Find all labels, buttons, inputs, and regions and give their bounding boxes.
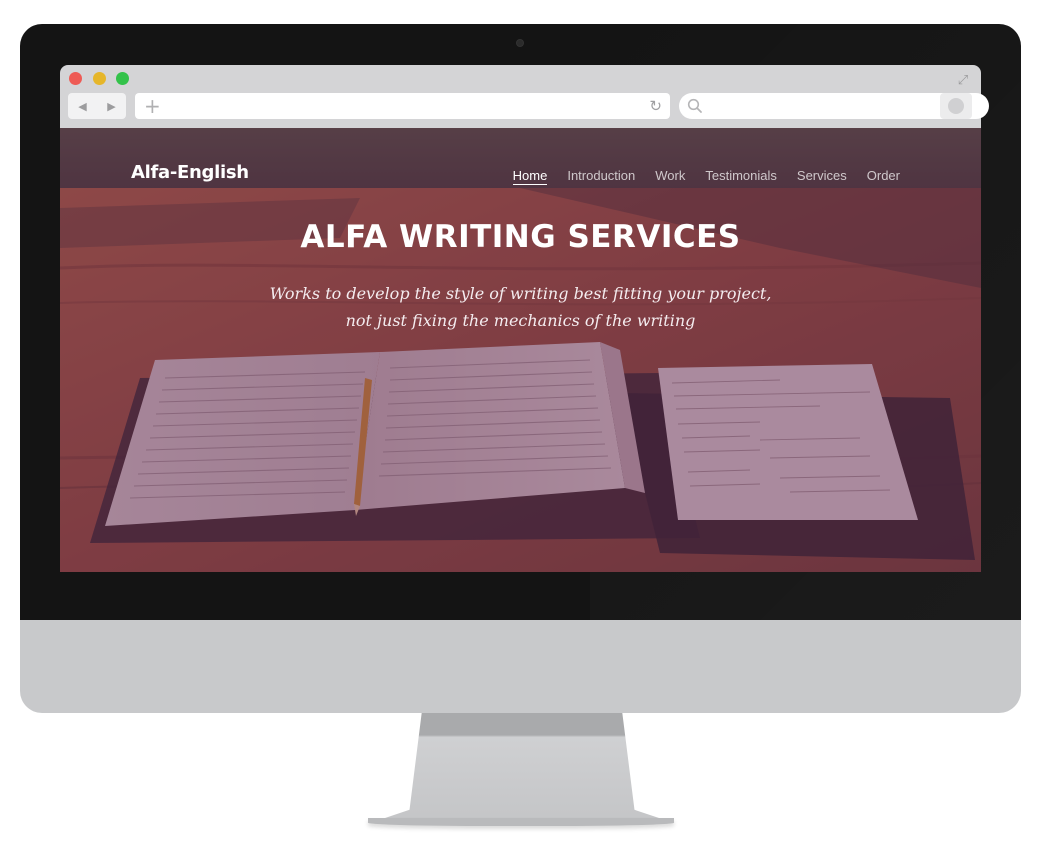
browser-toolbar: ⤢ ◀ ▶ + ↻: [60, 65, 989, 128]
extension-button[interactable]: [940, 93, 972, 119]
reload-icon[interactable]: ↻: [649, 95, 662, 117]
main-nav: Home Introduction Work Testimonials Serv…: [493, 168, 900, 185]
forward-arrow-icon[interactable]: ▶: [107, 100, 115, 113]
expand-icon[interactable]: ⤢: [954, 72, 972, 90]
search-icon: [687, 98, 703, 114]
nav-item-order[interactable]: Order: [867, 168, 900, 185]
nav-item-services[interactable]: Services: [797, 168, 847, 185]
address-bar[interactable]: + ↻: [135, 93, 670, 119]
camera-icon: [516, 39, 524, 47]
close-window-button[interactable]: [69, 72, 82, 85]
site-header: Alfa-English Home Introduction Work Test…: [60, 128, 981, 198]
minimize-window-button[interactable]: [93, 72, 106, 85]
web-page-viewport: Alfa-English Home Introduction Work Test…: [60, 128, 981, 572]
nav-item-home[interactable]: Home: [512, 168, 548, 185]
hero-subtitle: Works to develop the style of writing be…: [269, 284, 772, 330]
monitor-chin: [20, 620, 1021, 713]
back-arrow-icon[interactable]: ◀: [78, 100, 86, 113]
hero-title: ALFA WRITING SERVICES: [300, 219, 741, 255]
history-nav: ◀ ▶: [68, 93, 126, 119]
nav-item-introduction[interactable]: Introduction: [567, 168, 635, 185]
zoom-window-button[interactable]: [116, 72, 129, 85]
nav-item-testimonials[interactable]: Testimonials: [705, 168, 777, 185]
nav-item-work[interactable]: Work: [655, 168, 685, 185]
monitor-stand: [370, 713, 674, 823]
site-logo[interactable]: Alfa-English: [131, 162, 249, 183]
monitor-stand-base: [368, 818, 674, 826]
plus-icon[interactable]: +: [144, 94, 161, 118]
